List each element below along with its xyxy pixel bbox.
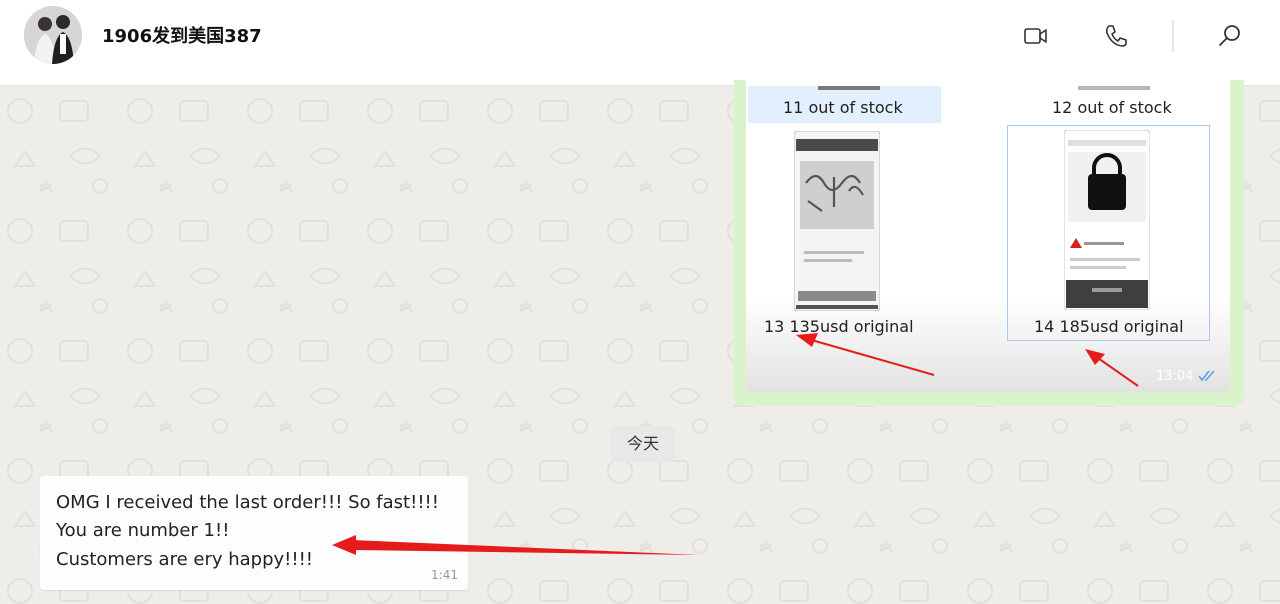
read-receipt-icon [1198,370,1215,382]
voice-call-icon[interactable] [1101,22,1129,50]
header-divider [1172,20,1174,52]
product-thumbnail-11 [818,86,880,90]
message-line: OMG I received the last order!!! So fast… [56,492,439,513]
incoming-message-time: 1:41 [431,568,458,582]
contact-avatar[interactable] [24,6,82,64]
video-call-icon[interactable] [1022,22,1050,50]
message-line: Customers are ery happy!!!! [56,549,314,570]
product-thumbnail-14 [1064,130,1150,310]
incoming-message-bubble[interactable]: OMG I received the last order!!! So fast… [40,476,468,590]
product-thumbnail-12 [1078,86,1150,90]
product-thumbnail-13 [794,131,880,311]
chat-header: 1906发到美国387 [0,0,1280,86]
contact-name[interactable]: 1906发到美国387 [102,22,262,48]
date-separator: 今天 [611,426,675,462]
message-line: You are number 1!! [56,520,230,541]
item-label-14: 14 185usd original [1034,317,1184,336]
outgoing-message-time: 13:04 [1156,369,1194,384]
item-label-12: 12 out of stock [1052,98,1172,117]
search-icon[interactable] [1216,22,1244,50]
item-label-13: 13 135usd original [764,317,914,336]
item-label-11: 11 out of stock [783,98,903,117]
